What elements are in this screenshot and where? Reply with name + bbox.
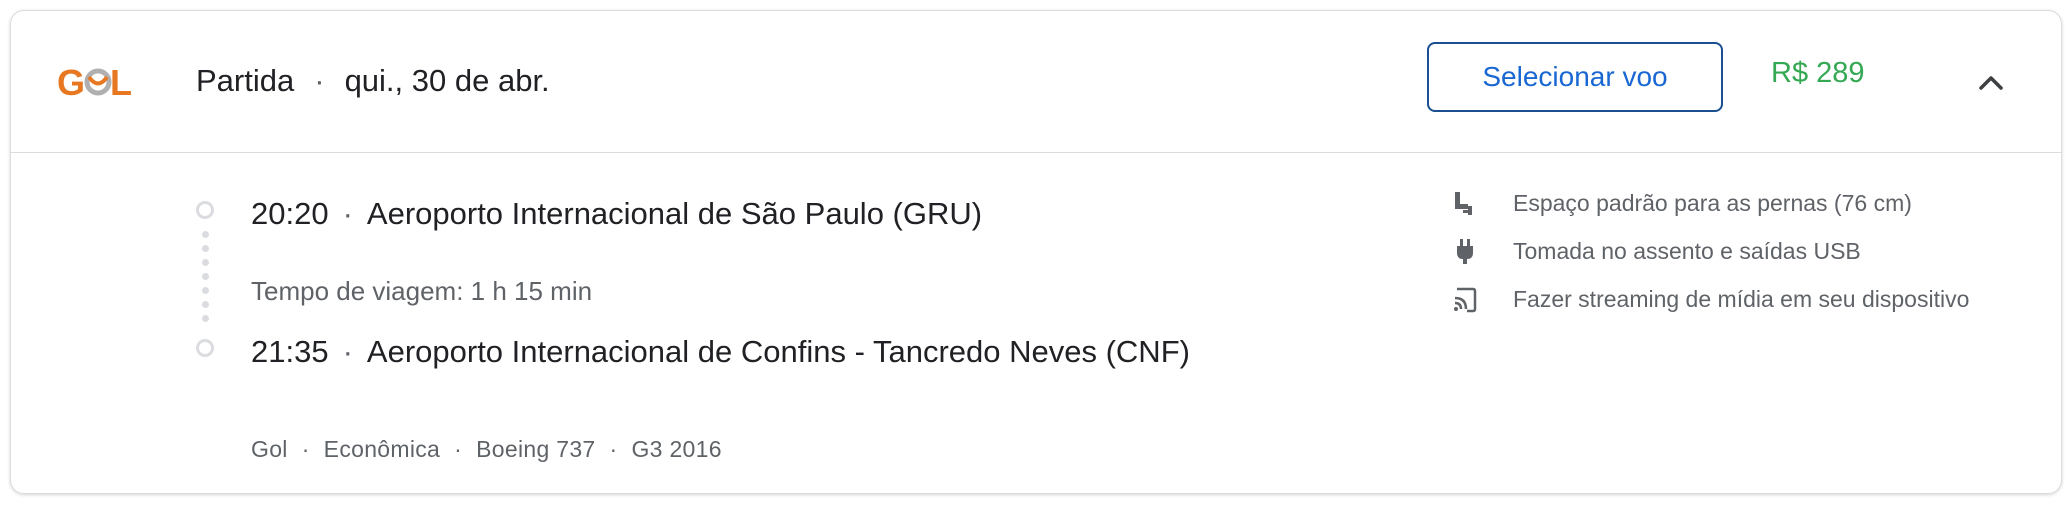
departure-stop: 20:20 · Aeroporto Internacional de São Pau… <box>251 194 982 234</box>
departure-airport: Aeroporto Internacional de São Paulo (GR… <box>366 196 983 231</box>
arrival-time: 21:35 <box>251 334 329 369</box>
svg-text:G: G <box>57 62 83 103</box>
gol-airline-logo: G L <box>57 62 132 103</box>
direction-label: Partida <box>196 63 295 98</box>
separator-dot: · <box>609 436 618 462</box>
timeline-dot <box>202 301 209 308</box>
power-plug-icon <box>1457 239 1473 264</box>
arrival-stop: 21:35 · Aeroporto Internacional de Confins… <box>251 332 1190 372</box>
flight-direction-date: Partida · qui., 30 de abr. <box>196 61 550 101</box>
timeline-dot <box>202 245 209 252</box>
aircraft-model: Boeing 737 <box>476 436 596 462</box>
timeline-dot <box>202 315 209 322</box>
separator-dot: · <box>301 436 310 462</box>
flight-card: G L Partida · qui., 30 de abr. Selecionar … <box>10 10 2062 494</box>
timeline-dot <box>202 231 209 238</box>
timeline-dot <box>202 287 209 294</box>
separator-dot: · <box>342 196 353 231</box>
flight-details-line: Gol · Econômica · Boeing 737 · G3 2016 <box>251 433 722 465</box>
arrival-circle-icon <box>196 339 214 357</box>
chevron-up-icon[interactable] <box>1971 63 2011 103</box>
arrival-airport: Aeroporto Internacional de Confins - Tan… <box>366 334 1190 369</box>
amenity-text: Espaço padrão para as pernas (76 cm) <box>1513 190 1912 216</box>
select-flight-button[interactable]: Selecionar voo <box>1427 42 1723 112</box>
separator-dot: · <box>314 63 325 98</box>
timeline-dot <box>202 273 209 280</box>
svg-text:L: L <box>110 62 132 103</box>
timeline-dot <box>202 259 209 266</box>
travel-duration: Tempo de viagem: 1 h 15 min <box>251 276 593 306</box>
amenity-text: Fazer streaming de mídia em seu disposit… <box>1513 286 1970 312</box>
flight-date: qui., 30 de abr. <box>344 63 550 98</box>
cast-streaming-icon <box>1454 287 1477 313</box>
flight-number: G3 2016 <box>631 436 722 462</box>
flight-price: R$ 289 <box>1771 57 1865 89</box>
cabin-class: Econômica <box>323 436 441 462</box>
seat-legroom-icon <box>1455 192 1472 215</box>
flight-card-header[interactable]: G L Partida · qui., 30 de abr. Selecionar … <box>11 11 2061 153</box>
separator-dot: · <box>342 334 353 369</box>
departure-time: 20:20 <box>251 196 329 231</box>
amenity-text: Tomada no assento e saídas USB <box>1513 238 1861 264</box>
departure-circle-icon <box>196 201 214 219</box>
separator-dot: · <box>454 436 463 462</box>
itinerary-timeline <box>194 201 220 371</box>
airline-name: Gol <box>251 436 288 462</box>
